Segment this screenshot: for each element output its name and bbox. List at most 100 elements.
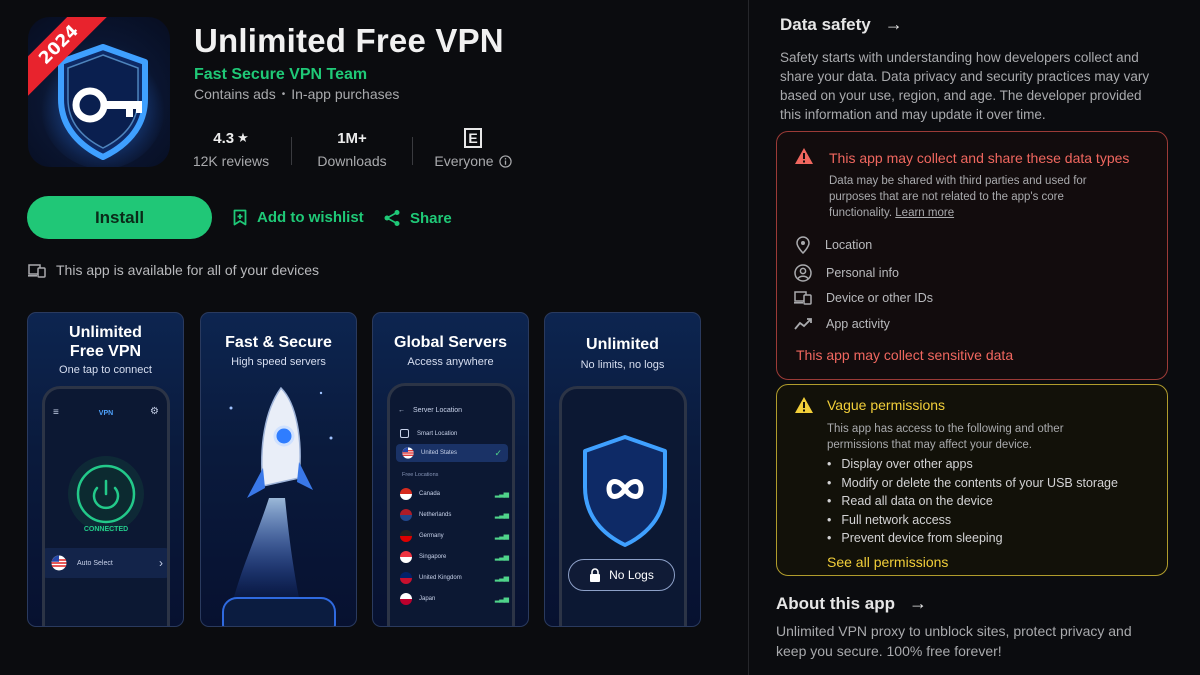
screenshot-subtitle: High speed servers xyxy=(231,356,326,368)
phone-title: Server Location xyxy=(413,407,463,414)
us-flag-icon xyxy=(51,555,67,571)
screenshot-heading: Global Servers xyxy=(394,334,507,351)
no-logs-pill: No Logs xyxy=(568,559,675,591)
phone-mockup: ← Server Location Smart Location United … xyxy=(387,383,515,626)
data-type-label: App activity xyxy=(826,317,890,331)
server-row: Canada ▂▃▅ xyxy=(400,483,509,504)
signal-bars-icon: ▂▃▅ xyxy=(494,595,509,603)
share-button[interactable]: Share xyxy=(383,209,452,227)
signal-bars-icon: ▂▃▅ xyxy=(494,511,509,519)
server-name: Germany xyxy=(419,532,444,539)
person-icon xyxy=(794,264,812,282)
add-to-wishlist-button[interactable]: Add to wishlist xyxy=(232,209,364,226)
rating-value: 4.3 xyxy=(213,129,235,147)
signal-bars-icon: ▂▃▅ xyxy=(494,532,509,540)
column-divider xyxy=(748,0,749,675)
app-title: Unlimited Free VPN xyxy=(194,22,504,59)
screenshot-heading: Unlimited xyxy=(69,324,142,341)
server-name: Japan xyxy=(419,595,436,602)
permission-item: Modify or delete the contents of your US… xyxy=(827,474,1118,493)
separator-dot: • xyxy=(281,88,286,100)
screenshot-subtitle: No limits, no logs xyxy=(580,359,665,371)
permission-label: Prevent device from sleeping xyxy=(841,531,1003,546)
devices-note: This app is available for all of your de… xyxy=(56,262,320,278)
reviews-count: 12K reviews xyxy=(192,153,270,169)
warning-title: This app may collect and share these dat… xyxy=(829,150,1130,166)
in-app-purchases-label: In-app purchases xyxy=(291,86,400,102)
data-safety-header[interactable]: Data safety → xyxy=(780,14,903,35)
devices-availability: This app is available for all of your de… xyxy=(28,262,319,278)
screenshot-heading: Fast & Secure xyxy=(225,334,332,351)
downloads-label: Downloads xyxy=(317,153,387,169)
check-icon: ✓ xyxy=(494,447,502,458)
server-name: Canada xyxy=(419,490,441,497)
permission-label: Modify or delete the contents of your US… xyxy=(841,475,1118,490)
phone-mockup: ≡ VPN ⚙ CONNECTED Auto Select › xyxy=(42,386,170,626)
downloads-stat: 1M+ Downloads xyxy=(307,128,397,170)
country-flag-icon xyxy=(400,487,412,500)
data-type-personal: Personal info xyxy=(794,264,899,282)
lock-icon xyxy=(590,568,601,582)
learn-more-link[interactable]: Learn more xyxy=(895,207,954,219)
auto-select-label: Auto Select xyxy=(77,559,113,567)
screenshot-1[interactable]: Unlimited Free VPN One tap to connect ≡ … xyxy=(27,312,184,627)
permissions-list: Display over other apps Modify or delete … xyxy=(827,455,1118,548)
star-icon: ★ xyxy=(237,130,249,145)
screenshot-2[interactable]: Fast & Secure High speed servers xyxy=(200,312,357,627)
screenshot-subtitle: Access anywhere xyxy=(407,356,494,368)
back-arrow-icon: ← xyxy=(398,407,405,414)
permission-label: Read all data on the device xyxy=(841,494,993,509)
data-type-label: Personal info xyxy=(826,266,899,280)
country-flag-icon xyxy=(400,571,412,584)
info-icon[interactable] xyxy=(498,154,512,168)
country-flag-icon xyxy=(400,508,412,521)
permissions-warning: Vague permissions This app has access to… xyxy=(776,384,1168,576)
server-name: Netherlands xyxy=(419,511,452,518)
data-type-device: Device or other IDs xyxy=(794,290,933,306)
phone-title: VPN xyxy=(98,410,114,417)
connection-status: CONNECTED xyxy=(83,526,129,533)
warning-icon xyxy=(795,148,813,164)
bookmark-add-icon xyxy=(233,209,247,226)
screenshot-4[interactable]: Unlimited No limits, no logs No Logs xyxy=(544,312,701,627)
arrow-right-icon: → xyxy=(908,593,927,613)
devices-icon xyxy=(794,291,812,305)
country-flag-icon xyxy=(400,550,412,563)
about-app-header[interactable]: About this app → xyxy=(776,593,927,614)
signal-bars-icon: ▂▃▅ xyxy=(494,574,509,582)
devices-icon xyxy=(28,263,46,278)
stat-divider xyxy=(291,137,292,165)
sensitive-data-note: This app may collect sensitive data xyxy=(796,347,1014,363)
warning-body: Data may be shared with third parties an… xyxy=(829,175,1087,219)
screenshot-heading: Free VPN xyxy=(69,343,142,360)
warning-description: Data may be shared with third parties an… xyxy=(829,173,1129,221)
data-safety-description: Safety starts with understanding how dev… xyxy=(780,50,1150,122)
server-row: Singapore ▂▃▅ xyxy=(400,546,509,567)
rating-stat: 4.3 ★ 12K reviews xyxy=(186,128,276,170)
shield-icon xyxy=(400,429,409,438)
data-type-activity: App activity xyxy=(794,317,890,331)
screenshot-3[interactable]: Global Servers Access anywhere ← Server … xyxy=(372,312,529,627)
phone-mockup: No Logs xyxy=(559,386,687,626)
permissions-title: Vague permissions xyxy=(827,397,946,413)
see-all-permissions-link[interactable]: See all permissions xyxy=(827,554,948,570)
install-button[interactable]: Install xyxy=(27,196,212,239)
screenshot-heading: Unlimited xyxy=(586,336,659,353)
content-rating-label: Everyone xyxy=(434,153,494,169)
permission-item: Display over other apps xyxy=(827,455,1118,474)
infinity-shield-icon xyxy=(583,435,667,547)
location-pin-icon xyxy=(796,236,810,254)
free-locations-label: Free Locations xyxy=(402,472,439,478)
signal-bars-icon: ▂▃▅ xyxy=(494,490,509,498)
data-collection-warning: This app may collect and share these dat… xyxy=(776,131,1168,380)
arrow-right-icon: → xyxy=(884,14,903,34)
no-logs-label: No Logs xyxy=(609,568,654,582)
server-row: Germany ▂▃▅ xyxy=(400,525,509,546)
warning-icon xyxy=(795,397,813,413)
content-rating-stat[interactable]: E Everyone xyxy=(428,128,518,169)
share-label: Share xyxy=(410,209,452,227)
developer-link[interactable]: Fast Secure VPN Team xyxy=(194,66,367,84)
permission-label: Display over other apps xyxy=(841,457,973,472)
share-icon xyxy=(384,210,400,226)
smart-location-label: Smart Location xyxy=(417,430,458,437)
